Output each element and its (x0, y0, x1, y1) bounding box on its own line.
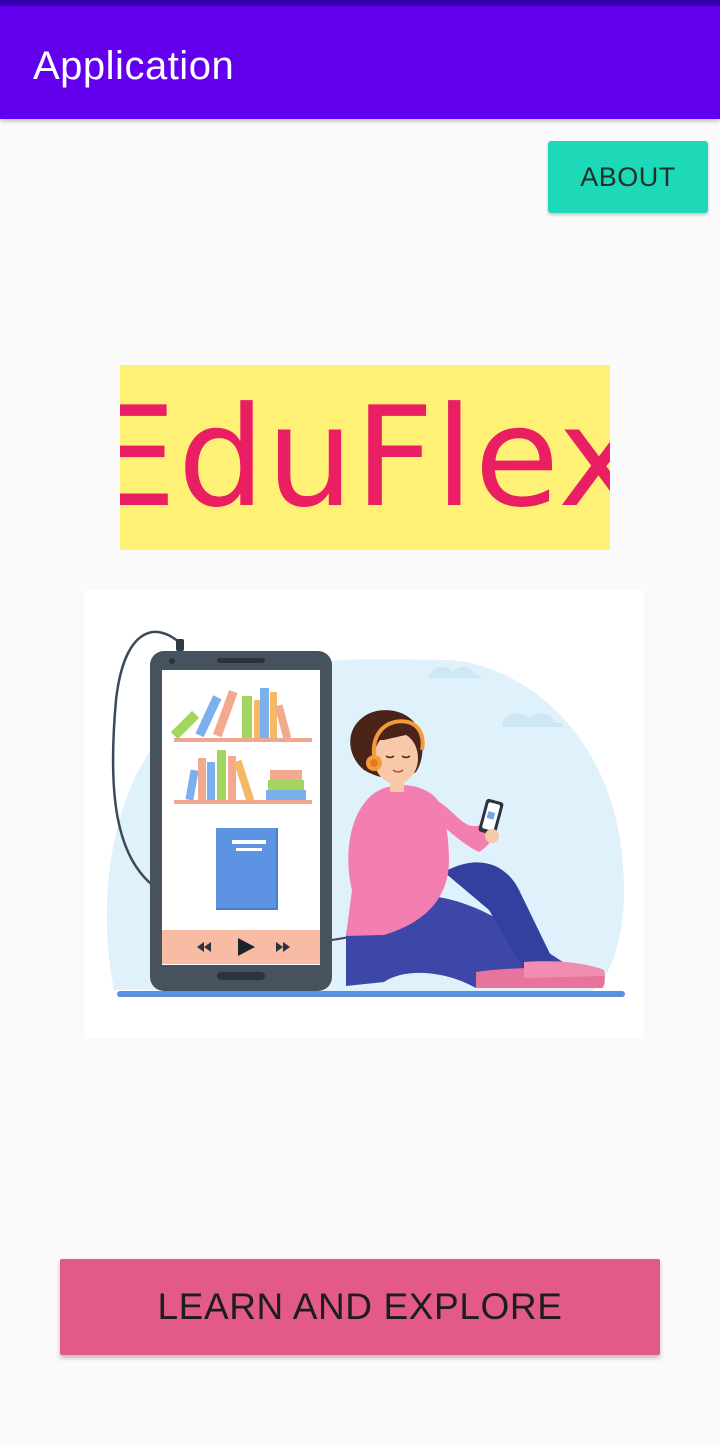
logo-text: EduFlex (120, 376, 610, 538)
audiobook-illustration (84, 590, 644, 1038)
about-button[interactable]: ABOUT (548, 141, 708, 213)
app-bar: Application (0, 6, 720, 119)
woman-listening-audiobook-illustration-icon (106, 630, 625, 997)
learn-and-explore-button[interactable]: LEARN AND EXPLORE (60, 1259, 660, 1355)
logo-banner: EduFlex (120, 365, 610, 550)
app-title: Application (33, 44, 235, 88)
